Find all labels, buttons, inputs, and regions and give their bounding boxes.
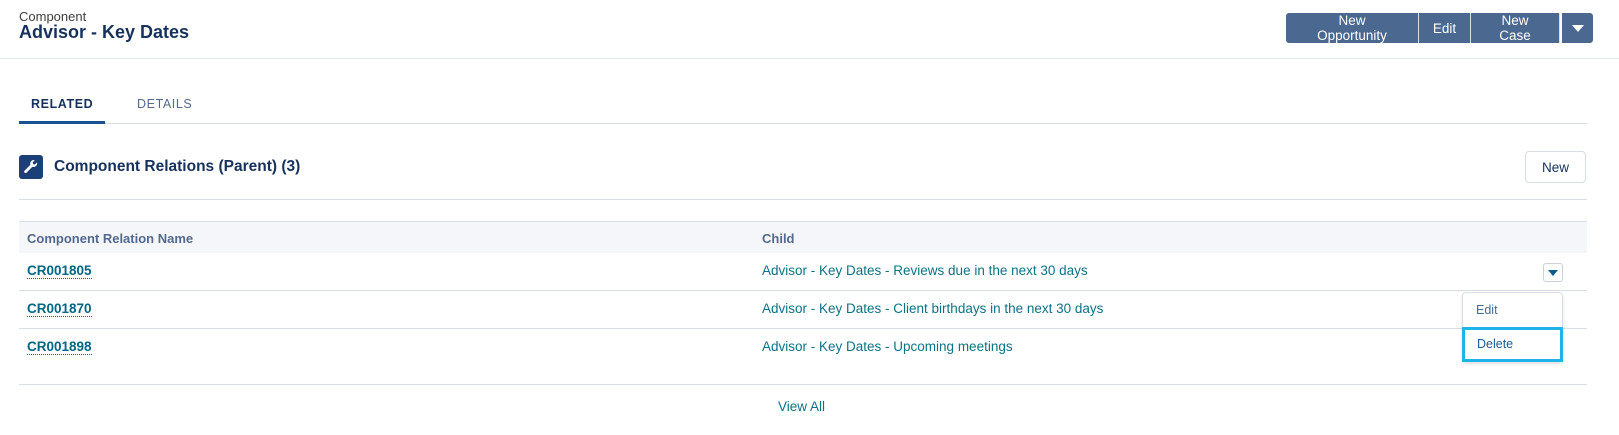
related-list-footer: View All <box>19 384 1587 424</box>
table-row: CR001870 Advisor - Key Dates - Client bi… <box>19 291 1587 329</box>
related-list-header: Component Relations (Parent) (3) New <box>19 151 1587 200</box>
row-actions-menu: Edit Delete <box>1462 292 1563 362</box>
column-header-name: Component Relation Name <box>27 231 194 246</box>
wrench-icon <box>19 155 43 179</box>
relation-name-cell: CR001805 <box>27 263 92 279</box>
table-header: Component Relation Name Child <box>19 221 1587 253</box>
action-button-group: New Opportunity Edit New Case <box>1286 13 1593 43</box>
tab-related[interactable]: RELATED <box>31 97 93 111</box>
tab-bar: RELATED DETAILS <box>19 80 1587 124</box>
relation-name-link[interactable]: CR001805 <box>27 263 92 279</box>
table-row: CR001898 Advisor - Key Dates - Upcoming … <box>19 329 1587 367</box>
chevron-down-icon <box>1548 269 1558 276</box>
relation-name-cell: CR001870 <box>27 301 92 317</box>
menu-item-delete[interactable]: Delete <box>1462 327 1563 362</box>
relation-name-cell: CR001898 <box>27 339 92 355</box>
child-link[interactable]: Advisor - Key Dates - Upcoming meetings <box>762 339 1013 354</box>
column-header-child: Child <box>762 231 795 246</box>
related-list-table: Component Relation Name Child CR001805 A… <box>19 221 1587 367</box>
menu-item-edit[interactable]: Edit <box>1463 303 1562 317</box>
relation-name-link[interactable]: CR001870 <box>27 301 92 317</box>
new-opportunity-button[interactable]: New Opportunity <box>1286 13 1419 43</box>
edit-button[interactable]: Edit <box>1419 13 1471 43</box>
view-all-link[interactable]: View All <box>778 399 825 414</box>
new-case-button[interactable]: New Case <box>1471 13 1560 43</box>
child-link[interactable]: Advisor - Key Dates - Reviews due in the… <box>762 263 1088 278</box>
page-header: Component Advisor - Key Dates New Opport… <box>0 0 1619 59</box>
row-actions-button[interactable] <box>1543 263 1563 282</box>
related-list-title[interactable]: Component Relations (Parent) (3) <box>54 158 300 176</box>
table-row: CR001805 Advisor - Key Dates - Reviews d… <box>19 253 1587 291</box>
relation-name-link[interactable]: CR001898 <box>27 339 92 355</box>
page-title: Advisor - Key Dates <box>19 22 190 42</box>
chevron-down-icon <box>1571 24 1584 32</box>
active-tab-indicator <box>19 121 105 124</box>
tab-details[interactable]: DETAILS <box>137 97 192 111</box>
child-link[interactable]: Advisor - Key Dates - Client birthdays i… <box>762 301 1103 316</box>
more-actions-button[interactable] <box>1562 13 1593 43</box>
new-relation-button[interactable]: New <box>1525 151 1586 183</box>
